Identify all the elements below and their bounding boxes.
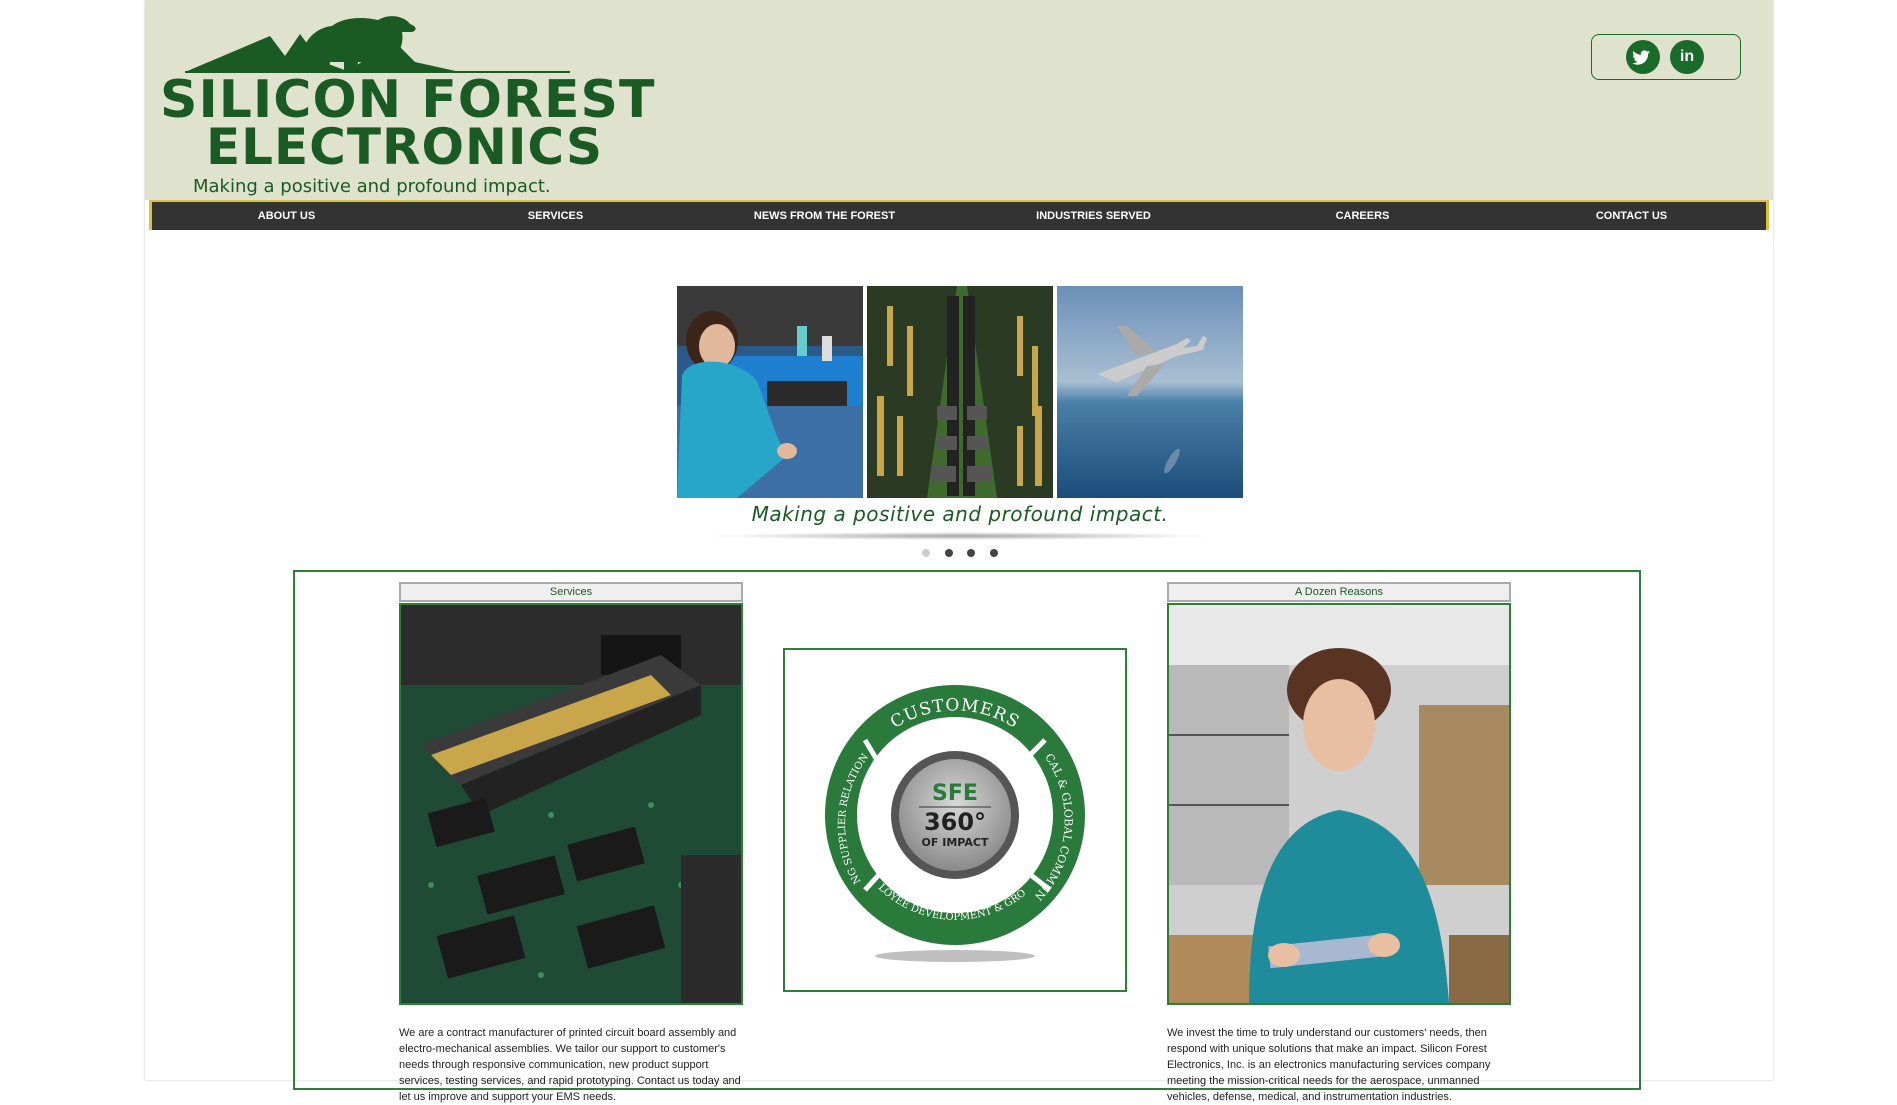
- nav-careers[interactable]: CAREERS: [1263, 210, 1463, 222]
- services-panel-title[interactable]: Services: [399, 582, 743, 602]
- twitter-bird-icon: [1632, 50, 1650, 65]
- logo-text-line2: ELECTRONICS: [206, 118, 604, 176]
- slider-dots: [677, 544, 1243, 562]
- page: SILICON FOREST ELECTRONICS Making a posi…: [145, 0, 1773, 1103]
- main-navigation: ABOUT US SERVICES NEWS FROM THE FOREST I…: [149, 200, 1769, 230]
- bear-mountain-logo-icon: [185, 16, 570, 73]
- nav-contact-us[interactable]: CONTACT US: [1532, 210, 1732, 222]
- slider-dot-1[interactable]: [922, 549, 931, 557]
- reasons-image[interactable]: [1167, 603, 1511, 1005]
- twitter-icon[interactable]: [1626, 40, 1660, 74]
- nav-services[interactable]: SERVICES: [456, 210, 656, 222]
- slide-photo-aircraft: [1057, 286, 1243, 498]
- impact-center-sfe: SFE: [932, 781, 978, 806]
- slider-dot-3[interactable]: [967, 549, 976, 557]
- slider-caption: Making a positive and profound impact.: [751, 502, 1169, 526]
- content-section: Services We are a contract manufacturer …: [293, 570, 1641, 1103]
- nav-news[interactable]: NEWS FROM THE FOREST: [725, 210, 925, 222]
- site-header: SILICON FOREST ELECTRONICS Making a posi…: [145, 0, 1773, 200]
- linkedin-icon[interactable]: in: [1670, 40, 1704, 74]
- hero-slider: Making a positive and profound impact.: [677, 286, 1243, 557]
- slide-photo-circuit-board: [867, 286, 1053, 498]
- reasons-panel: A Dozen Reasons We invest the time to tr…: [1167, 582, 1511, 1105]
- impact-panel[interactable]: SFE 360° OF IMPACT CUSTOMERS LOCAL & GLO…: [780, 640, 1127, 992]
- services-image[interactable]: [399, 603, 743, 1005]
- linkedin-glyph: in: [1679, 48, 1695, 65]
- impact-center-360: 360°: [924, 808, 986, 836]
- impact-center-of-impact: OF IMPACT: [922, 836, 989, 849]
- slide-photo-technician: [677, 286, 863, 498]
- reasons-text: We invest the time to truly understand o…: [1167, 1027, 1491, 1103]
- slider-dot-2[interactable]: [944, 549, 953, 557]
- services-text: We are a contract manufacturer of printe…: [399, 1027, 741, 1103]
- reasons-panel-title[interactable]: A Dozen Reasons: [1167, 582, 1511, 602]
- logo-tagline: Making a positive and profound impact.: [193, 176, 551, 197]
- services-panel: Services We are a contract manufacturer …: [399, 582, 743, 1105]
- caption-shadow: [707, 532, 1213, 540]
- social-links: in: [1591, 34, 1741, 80]
- site-logo[interactable]: SILICON FOREST ELECTRONICS Making a posi…: [160, 6, 654, 197]
- nav-about-us[interactable]: ABOUT US: [187, 210, 387, 222]
- nav-industries[interactable]: INDUSTRIES SERVED: [994, 210, 1194, 222]
- sfe-360-impact-icon: SFE 360° OF IMPACT CUSTOMERS LOCAL & GLO…: [780, 640, 1085, 962]
- slider-dot-4[interactable]: [989, 549, 998, 557]
